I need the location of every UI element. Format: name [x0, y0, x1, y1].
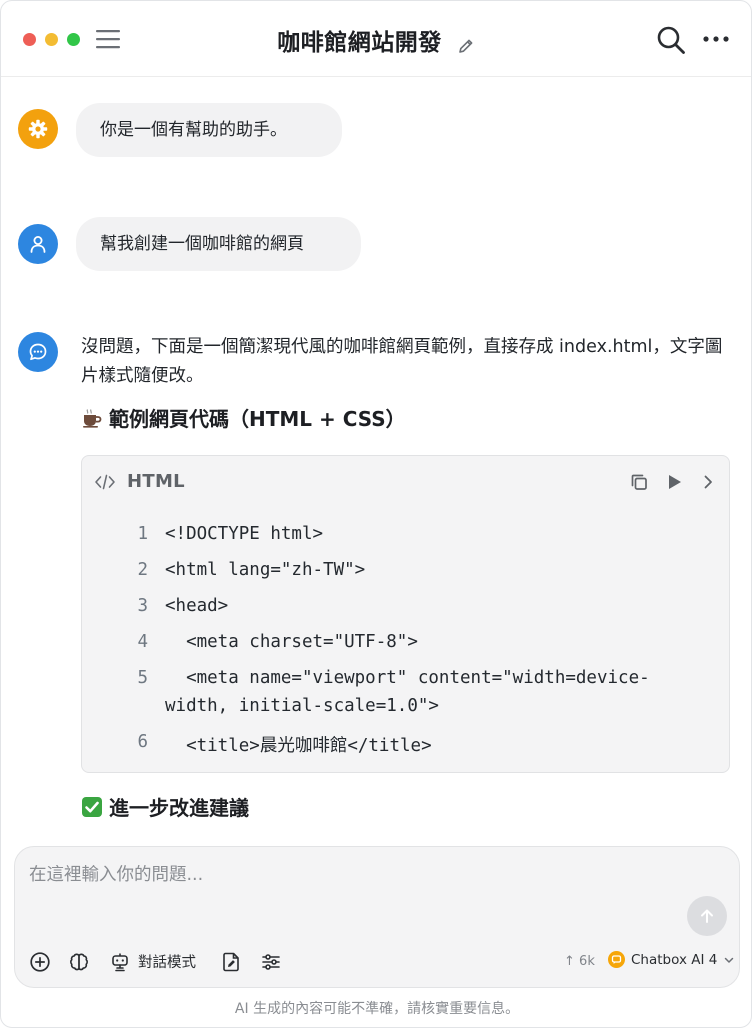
edit-title-icon[interactable] [457, 37, 475, 55]
check-mark-icon [82, 797, 102, 817]
system-avatar [18, 109, 58, 149]
example-heading-text: 範例網頁代碼（HTML + CSS） [109, 407, 406, 431]
title-bar: 咖啡館網站開發 [1, 1, 751, 77]
coffee-cup-icon [83, 409, 102, 428]
line-text: <html lang="zh-TW"> [165, 560, 366, 580]
user-icon [30, 236, 46, 253]
chevron-down-icon [725, 957, 734, 963]
model-selector[interactable]: Chatbox AI 4 [608, 951, 735, 968]
assistant-intro: 沒問題，下面是一個簡潔現代風的咖啡館網頁範例，直接存成 index.html，文… [81, 337, 723, 386]
more-options-icon[interactable] [702, 29, 730, 49]
chat-mode-label[interactable]: 對話模式 [138, 951, 196, 972]
line-number: 6 [137, 732, 148, 752]
line-text: <meta name="viewport" content="width=dev… [165, 668, 650, 688]
line-number: 5 [137, 668, 148, 688]
code-block-header: HTML [82, 456, 729, 508]
user-message: 幫我創建一個咖啡館的網頁 [76, 217, 361, 271]
improve-heading: 進一步改進建議 [81, 792, 249, 821]
chatbox-logo-icon [608, 951, 625, 968]
line-number: 1 [137, 524, 148, 544]
gear-icon [28, 119, 48, 139]
improve-heading-text: 進一步改進建議 [109, 796, 249, 820]
system-message: 你是一個有幫助的助手。 [76, 103, 342, 157]
line-number: 4 [137, 632, 148, 652]
line-text: <head> [165, 596, 229, 616]
code-block: HTML 1 <!DOCTYPE html> 2 <html lang="zh-… [81, 455, 730, 773]
line-text: width, initial-scale=1.0"> [165, 696, 439, 716]
chat-bubble-icon [29, 343, 47, 361]
chat-window: 咖啡館網站開發 你是一個有幫助的助手。 幫我創建一個咖啡館的網頁 沒問題，下面是… [0, 0, 752, 1028]
document-edit-icon[interactable] [220, 951, 242, 973]
add-circle-icon[interactable] [29, 951, 51, 973]
line-text: <title>晨光咖啡館</title> [165, 736, 432, 756]
token-count: ↑ 6k [564, 954, 595, 969]
line-text: <meta charset="UTF-8"> [165, 632, 418, 652]
user-avatar [18, 224, 58, 264]
arrow-up-small-icon: ↑ [564, 954, 575, 969]
code-language-label: HTML [127, 471, 185, 492]
sliders-icon[interactable] [260, 951, 282, 973]
example-heading: 範例網頁代碼（HTML + CSS） [81, 403, 406, 432]
line-number: 2 [137, 560, 148, 580]
arrow-up-icon [701, 909, 713, 923]
model-name: Chatbox AI 4 [631, 951, 718, 968]
brain-icon[interactable] [68, 951, 90, 973]
ai-disclaimer: AI 生成的內容可能不準確，請核實重要信息。 [234, 1001, 520, 1017]
send-button[interactable] [687, 896, 727, 936]
message-input[interactable] [29, 865, 629, 885]
page-title: 咖啡館網站開發 [277, 30, 442, 56]
line-text: <!DOCTYPE html> [165, 524, 324, 544]
copy-icon[interactable] [629, 472, 649, 492]
chevron-right-icon[interactable] [698, 472, 718, 492]
title-area: 咖啡館網站開發 [1, 23, 751, 57]
run-code-icon[interactable] [664, 472, 684, 492]
message-composer: 對話模式 ↑ 6k Chatbox AI 4 [14, 846, 740, 988]
robot-chat-icon[interactable] [109, 951, 131, 973]
line-number: 3 [137, 596, 148, 616]
search-icon[interactable] [656, 25, 686, 55]
assistant-avatar [18, 332, 58, 372]
token-count-value: 6k [579, 954, 595, 969]
code-icon [95, 474, 115, 490]
